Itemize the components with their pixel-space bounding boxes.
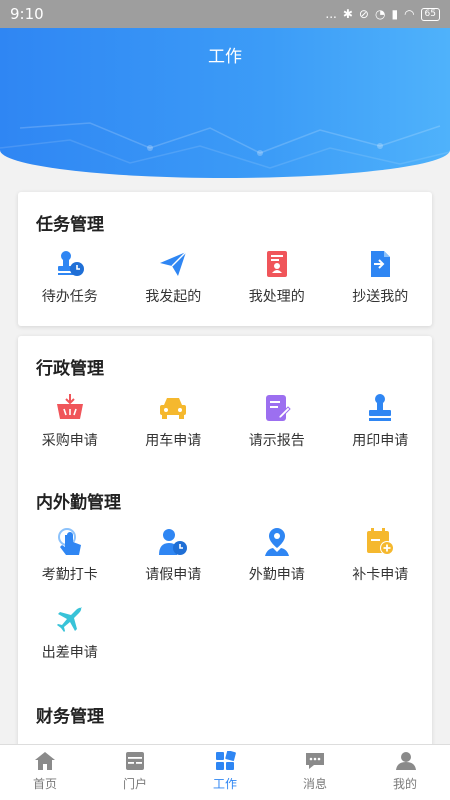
work-grid-icon <box>216 751 236 770</box>
grid-item-label: 用印申请 <box>352 433 409 449</box>
grid-item-label: 请示报告 <box>248 433 305 449</box>
portal-icon <box>126 752 144 770</box>
attendance-grid: 考勤打卡 请假申请 外勤申请 补卡申请 <box>18 526 432 596</box>
grid-item-report[interactable]: 请示报告 <box>225 392 329 462</box>
grid-item-vehicle[interactable]: 用车申请 <box>122 392 226 462</box>
user-clock-icon <box>157 526 189 558</box>
alarm-icon: ◔ <box>374 7 386 21</box>
grid-item-label: 外勤申请 <box>248 567 305 583</box>
tab-label: 我的 <box>392 777 417 791</box>
battery-icon: 65 <box>420 7 440 21</box>
tab-portal[interactable]: 门户 <box>90 745 180 800</box>
wifi-icon: ◠ <box>404 7 415 21</box>
grid-item-seal[interactable]: 用印申请 <box>329 392 433 462</box>
document-edit-icon <box>261 392 293 424</box>
grid-item-label: 请假申请 <box>145 567 202 583</box>
tab-label: 首页 <box>32 777 57 791</box>
touch-icon <box>54 526 86 558</box>
section-title-finance: 财务管理 <box>36 707 104 727</box>
tab-mine[interactable]: 我的 <box>360 745 450 800</box>
grid-item-leave[interactable]: 请假申请 <box>122 526 226 596</box>
attendance-grid-row2: 出差申请 <box>18 604 432 674</box>
status-time: 9:10 <box>10 5 44 23</box>
stamp-clock-icon <box>54 248 86 280</box>
management-card: 行政管理 采购申请 用车申请 请示报告 用印申请 内外勤管理 考勤打卡 请假申请… <box>18 336 432 756</box>
grid-item-business-trip[interactable]: 出差申请 <box>18 604 122 674</box>
grid-item-label: 考勤打卡 <box>41 567 98 583</box>
grid-item-label: 抄送我的 <box>352 289 409 305</box>
section-title-attendance: 内外勤管理 <box>36 493 121 513</box>
grid-item-label: 我处理的 <box>248 289 305 305</box>
bottom-tab-bar: 首页 门户 工作 消息 我的 <box>0 744 450 800</box>
tab-messages[interactable]: 消息 <box>270 745 360 800</box>
tab-label: 门户 <box>122 777 147 791</box>
grid-item-label: 待办任务 <box>41 289 98 305</box>
location-user-icon <box>261 526 293 558</box>
grid-item-field-work[interactable]: 外勤申请 <box>225 526 329 596</box>
status-bar: 9:10 ... ✱ ⊘ ◔ ▮ ◠ 65 <box>0 0 450 28</box>
header-decoration <box>0 122 450 169</box>
grid-item-pending-tasks[interactable]: 待办任务 <box>18 248 122 318</box>
calendar-add-icon <box>364 526 396 558</box>
grid-item-label: 我发起的 <box>145 289 202 305</box>
status-icons: ... ✱ ⊘ ◔ ▮ ◠ 65 <box>325 7 440 21</box>
tab-home[interactable]: 首页 <box>0 745 90 800</box>
home-icon <box>35 752 55 770</box>
tab-label: 消息 <box>302 777 327 791</box>
grid-item-makeup-punch[interactable]: 补卡申请 <box>329 526 433 596</box>
user-icon <box>396 752 416 770</box>
section-title-admin: 行政管理 <box>36 359 104 379</box>
bluetooth-icon: ✱ <box>342 7 353 21</box>
header-banner: 工作 <box>0 28 450 178</box>
grid-item-clock-in[interactable]: 考勤打卡 <box>18 526 122 596</box>
grid-item-purchase[interactable]: 采购申请 <box>18 392 122 462</box>
page-title: 工作 <box>208 47 242 67</box>
grid-item-label: 补卡申请 <box>352 567 409 583</box>
task-grid: 待办任务 我发起的 我处理的 抄送我的 <box>18 248 432 318</box>
task-management-card: 任务管理 待办任务 我发起的 我处理的 抄送我的 <box>18 192 432 326</box>
mute-icon: ⊘ <box>358 7 369 21</box>
paper-plane-icon <box>157 248 189 280</box>
airplane-icon <box>54 604 86 636</box>
grid-item-label: 出差申请 <box>41 645 98 661</box>
admin-grid: 采购申请 用车申请 请示报告 用印申请 <box>18 392 432 462</box>
grid-item-label: 用车申请 <box>145 433 202 449</box>
signal-icon: ▮ <box>391 7 399 21</box>
basket-icon <box>54 392 86 424</box>
tab-label: 工作 <box>212 777 237 791</box>
document-user-icon <box>261 248 293 280</box>
document-arrow-icon <box>364 248 396 280</box>
grid-item-cc-me[interactable]: 抄送我的 <box>329 248 433 318</box>
tab-work[interactable]: 工作 <box>180 745 270 800</box>
section-title-task: 任务管理 <box>36 215 104 235</box>
car-icon <box>157 392 189 424</box>
grid-item-handled[interactable]: 我处理的 <box>225 248 329 318</box>
status-dots: ... <box>325 7 337 21</box>
grid-item-initiated[interactable]: 我发起的 <box>122 248 226 318</box>
grid-item-label: 采购申请 <box>41 433 98 449</box>
stamp-icon <box>364 392 396 424</box>
message-icon <box>306 753 324 769</box>
